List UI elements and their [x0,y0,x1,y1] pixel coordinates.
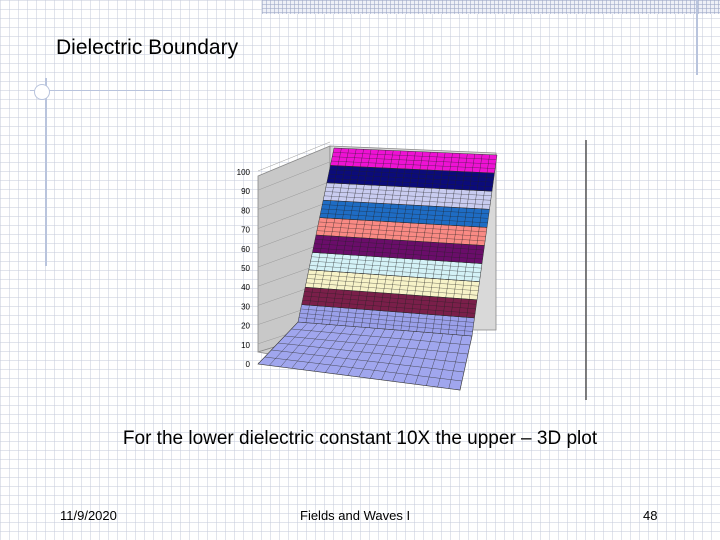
z-tick-label: 40 [241,283,250,292]
footer-date: 11/9/2020 [60,508,117,523]
footer-course-name: Fields and Waves I [300,508,411,523]
surface-chart: 0 10 20 30 40 50 60 70 80 90 100 [237,140,587,400]
z-tick-label: 60 [241,245,250,254]
z-tick-label: 50 [241,264,250,273]
z-tick-label: 20 [241,322,250,331]
z-tick-label: 0 [246,360,251,369]
slide-caption: For the lower dielectric constant 10X th… [122,428,598,449]
z-tick-label: 100 [237,168,251,177]
z-tick-label: 10 [241,341,250,350]
z-tick-label: 70 [241,226,250,235]
z-tick-label: 30 [241,302,250,311]
footer-page-number: 48 [643,508,658,523]
z-tick-label: 80 [241,206,250,215]
z-tick-label: 90 [241,187,250,196]
